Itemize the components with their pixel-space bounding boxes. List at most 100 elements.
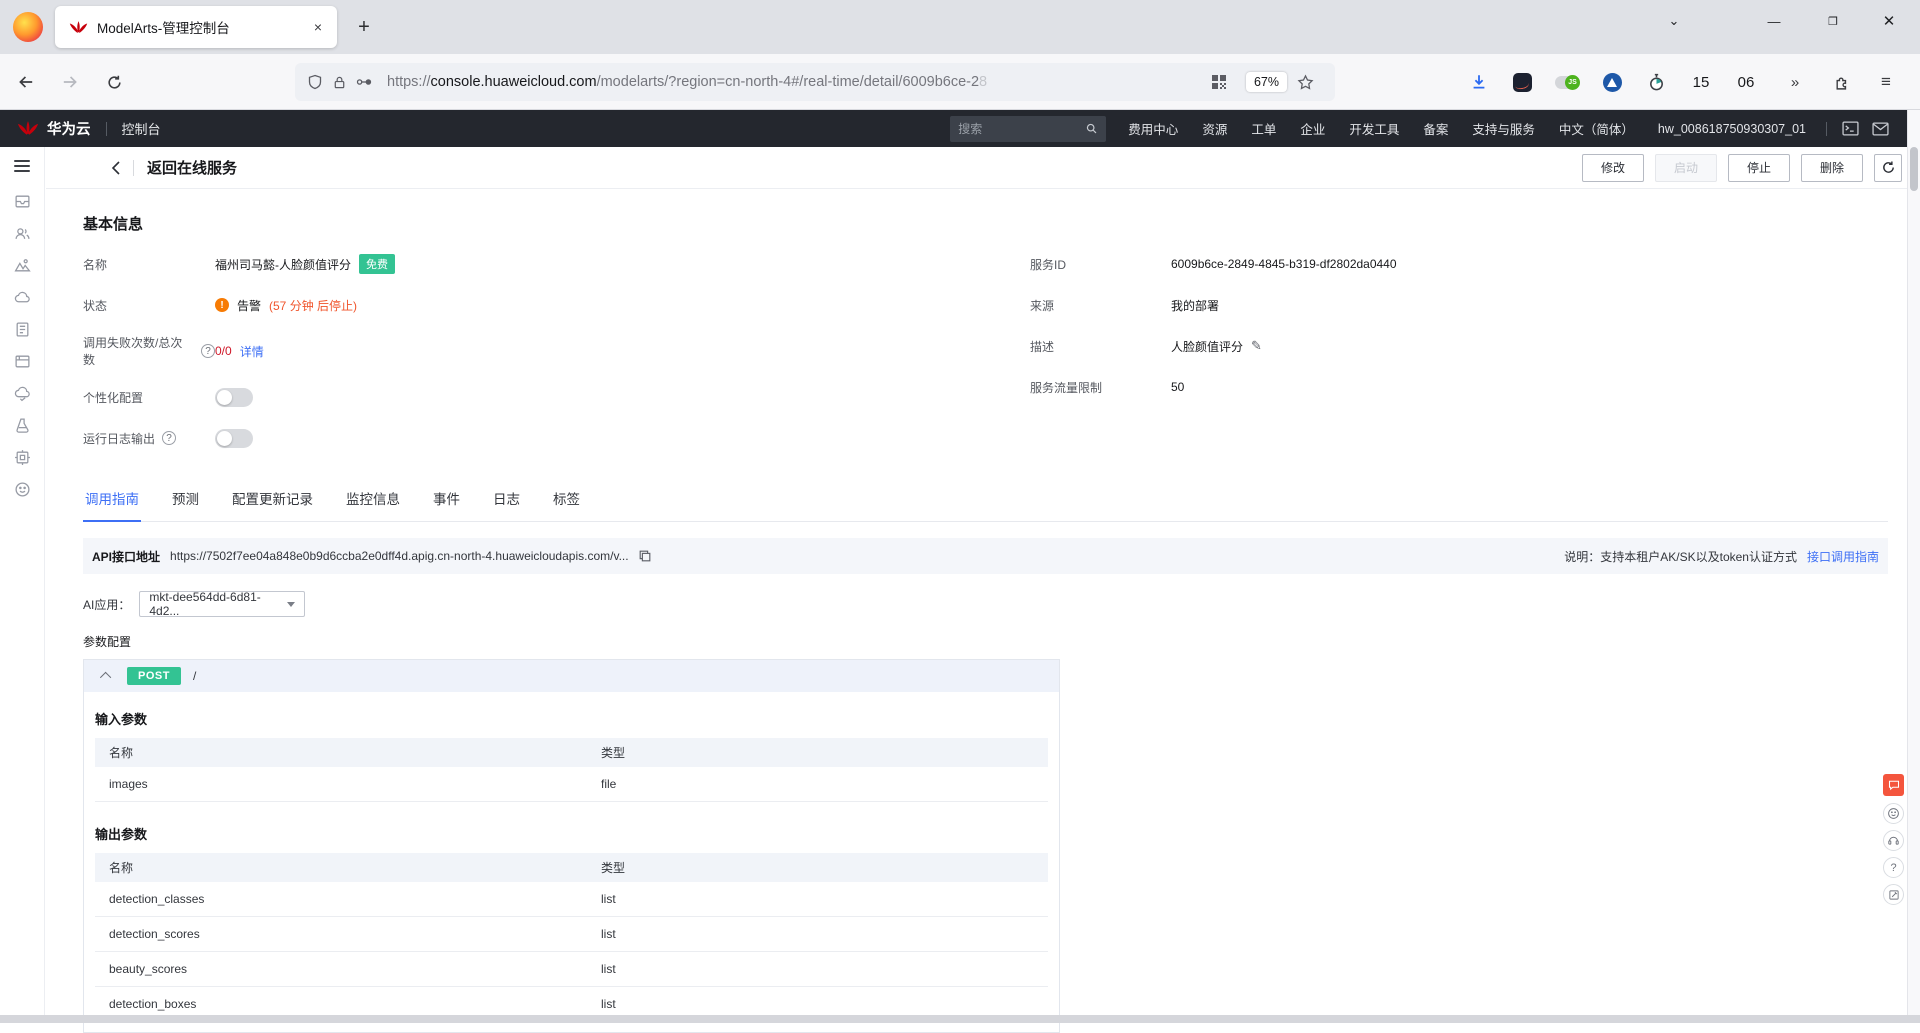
clock-minutes[interactable]: 06 xyxy=(1733,54,1759,110)
feedback-icon[interactable] xyxy=(1883,774,1904,796)
sidebar-nav-icon-6[interactable] xyxy=(14,353,31,370)
status-label: 状态 xyxy=(83,298,108,313)
nav-resources[interactable]: 资源 xyxy=(1190,119,1239,138)
minimize-button[interactable]: — xyxy=(1749,0,1799,42)
sidebar-nav-icon-7[interactable] xyxy=(14,385,31,402)
huawei-logo xyxy=(17,121,39,135)
firefox-icon[interactable] xyxy=(13,12,43,42)
nav-devtools[interactable]: 开发工具 xyxy=(1337,119,1411,138)
url-faded-tail: 8 xyxy=(979,74,988,90)
tab-usage-guide[interactable]: 调用指南 xyxy=(83,488,141,522)
tab-logs[interactable]: 日志 xyxy=(491,488,522,521)
edit-icon[interactable]: ✎ xyxy=(1251,338,1262,354)
tab-config-updates[interactable]: 配置更新记录 xyxy=(230,488,315,521)
search-input[interactable] xyxy=(958,121,1086,136)
refresh-button[interactable] xyxy=(1874,153,1902,182)
brand-name[interactable]: 华为云 xyxy=(47,118,91,139)
tab-close-icon[interactable]: × xyxy=(307,16,329,38)
bookmark-star-icon[interactable] xyxy=(1297,73,1314,91)
sidebar-nav-icon-8[interactable] xyxy=(14,417,31,434)
param-type: list xyxy=(601,927,616,941)
dark-extension-icon[interactable] xyxy=(1509,54,1535,110)
new-tab-button[interactable]: + xyxy=(350,13,378,41)
sidebar-nav-icon-9[interactable] xyxy=(14,449,31,466)
stopwatch-icon[interactable] xyxy=(1643,54,1669,110)
url-text[interactable]: https://console.huaweicloud.com/modelart… xyxy=(387,74,1211,90)
personalize-toggle[interactable] xyxy=(215,387,253,407)
stop-button[interactable]: 停止 xyxy=(1727,153,1790,182)
api-guide-link[interactable]: 接口调用指南 xyxy=(1807,548,1879,565)
lock-icon[interactable] xyxy=(332,75,347,90)
close-window-button[interactable]: ✕ xyxy=(1864,0,1914,42)
restore-button[interactable]: ❐ xyxy=(1808,0,1858,42)
details-link[interactable]: 详情 xyxy=(240,343,264,360)
blue-extension-icon[interactable] xyxy=(1599,54,1625,110)
nav-icp[interactable]: 备案 xyxy=(1411,119,1460,138)
sidebar-nav-icon-1[interactable] xyxy=(14,193,31,210)
satisfaction-smiley-icon[interactable] xyxy=(1883,803,1904,824)
console-link[interactable]: 控制台 xyxy=(122,119,161,138)
tab-prediction[interactable]: 预测 xyxy=(170,488,201,521)
nav-enterprise[interactable]: 企业 xyxy=(1288,119,1337,138)
sidebar-nav-icon-10[interactable] xyxy=(14,481,31,498)
zoom-level-badge[interactable]: 67% xyxy=(1245,72,1287,92)
ai-app-select[interactable]: mkt-dee564dd-6d81-4d2... xyxy=(139,590,306,618)
help-icon[interactable]: ? xyxy=(162,431,177,445)
sidebar-menu-icon[interactable] xyxy=(14,160,30,172)
download-icon[interactable] xyxy=(1466,54,1492,110)
log-output-toggle[interactable] xyxy=(215,428,253,448)
sidebar-nav-icon-3[interactable] xyxy=(13,257,31,274)
messages-mail-icon[interactable] xyxy=(1865,118,1895,140)
service-id-label: 服务ID xyxy=(1030,257,1067,272)
tab-monitoring[interactable]: 监控信息 xyxy=(344,488,402,521)
page-title[interactable]: 返回在线服务 xyxy=(147,157,237,178)
qr-code-icon[interactable] xyxy=(1211,74,1227,90)
forward-icon[interactable] xyxy=(56,68,84,96)
toolbar-overflow-icon[interactable]: » xyxy=(1782,54,1808,110)
page-scrollbar[interactable] xyxy=(1907,110,1920,1015)
clock-hours[interactable]: 15 xyxy=(1688,54,1714,110)
permissions-icon[interactable] xyxy=(356,74,372,90)
javascript-toggle-icon[interactable]: JS xyxy=(1554,54,1580,110)
account-name[interactable]: hw_008618750930307_01 xyxy=(1646,122,1818,136)
param-name: beauty_scores xyxy=(109,962,188,976)
sidebar-nav-icon-2[interactable] xyxy=(14,225,31,242)
tracking-shield-icon[interactable] xyxy=(307,74,323,90)
help-question-icon[interactable]: ? xyxy=(1883,857,1904,878)
search-icon[interactable] xyxy=(1085,122,1098,135)
survey-pencil-icon[interactable] xyxy=(1883,884,1904,905)
nav-tickets[interactable]: 工单 xyxy=(1239,119,1288,138)
header-search[interactable] xyxy=(950,115,1107,142)
back-icon[interactable] xyxy=(12,68,40,96)
help-icon[interactable]: ? xyxy=(201,344,215,358)
name-label: 名称 xyxy=(83,257,108,272)
post-panel-header[interactable]: POST / xyxy=(84,660,1059,692)
browser-tab[interactable]: ModelArts-管理控制台 × xyxy=(55,6,337,48)
calls-count: 0/0 xyxy=(215,344,232,358)
delete-button[interactable]: 删除 xyxy=(1800,153,1863,182)
nav-support[interactable]: 支持与服务 xyxy=(1460,119,1547,138)
url-bar[interactable]: https://console.huaweicloud.com/modelart… xyxy=(295,63,1335,101)
page-title-bar: 返回在线服务 修改 启动 停止 删除 xyxy=(46,147,1907,189)
nav-billing[interactable]: 费用中心 xyxy=(1116,119,1190,138)
tab-tags[interactable]: 标签 xyxy=(551,488,582,521)
menu-icon[interactable]: ≡ xyxy=(1873,54,1899,110)
collapse-chevron-icon[interactable] xyxy=(99,671,112,684)
ai-app-row: AI应用： mkt-dee564dd-6d81-4d2... xyxy=(83,590,1888,618)
sidebar-nav-icon-5[interactable] xyxy=(14,321,31,338)
copy-icon[interactable] xyxy=(638,549,652,563)
cli-terminal-icon[interactable] xyxy=(1835,118,1865,140)
extensions-puzzle-icon[interactable] xyxy=(1829,54,1855,110)
reload-icon[interactable] xyxy=(100,68,128,96)
request-path: / xyxy=(192,669,197,683)
sidebar-nav-icon-4[interactable] xyxy=(14,289,31,306)
support-headset-icon[interactable] xyxy=(1883,830,1904,851)
list-tabs-icon[interactable]: ⌄ xyxy=(1649,0,1699,42)
scrollbar-thumb[interactable] xyxy=(1910,147,1918,191)
tab-events[interactable]: 事件 xyxy=(431,488,462,521)
input-params-title: 输入参数 xyxy=(95,712,148,727)
nav-language[interactable]: 中文（简体） xyxy=(1547,119,1646,138)
start-button[interactable]: 启动 xyxy=(1654,153,1717,182)
back-button[interactable] xyxy=(110,160,122,175)
modify-button[interactable]: 修改 xyxy=(1581,153,1644,182)
